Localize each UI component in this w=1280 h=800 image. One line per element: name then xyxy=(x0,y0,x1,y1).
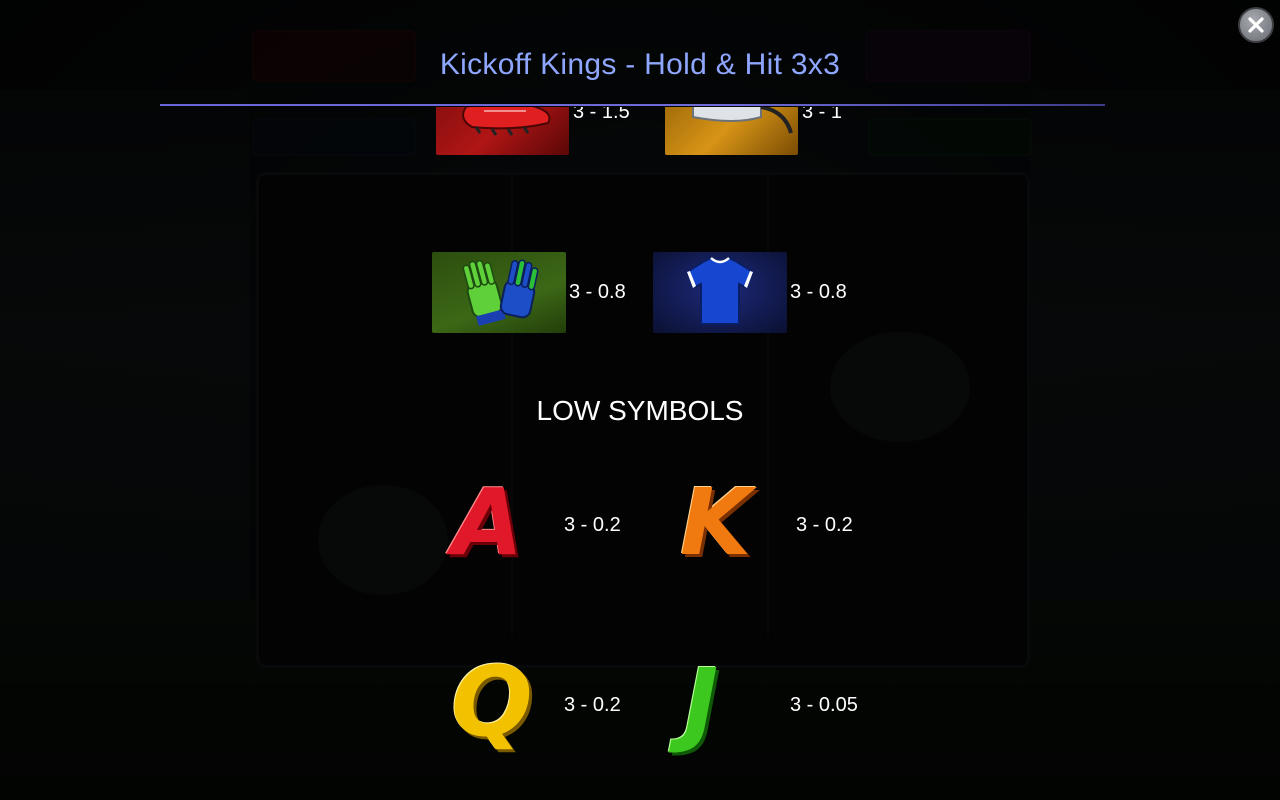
gloves-payout: 3 - 0.8 xyxy=(569,281,626,303)
paytable-title: Kickoff Kings - Hold & Hit 3x3 xyxy=(439,48,841,81)
symbol-a-payout: 3 - 0.2 xyxy=(564,514,621,536)
symbol-k: K xyxy=(680,469,752,576)
whistle-icon xyxy=(692,107,793,134)
symbol-j: J xyxy=(684,649,719,756)
boot-payout: 3 - 1.5 xyxy=(573,107,630,123)
jersey-payout: 3 - 0.8 xyxy=(790,281,847,303)
low-symbols-heading: LOW SYMBOLS xyxy=(536,395,744,426)
symbol-a: A xyxy=(452,469,524,576)
whistle-symbol xyxy=(665,107,798,155)
symbol-q-payout: 3 - 0.2 xyxy=(564,694,621,716)
close-button[interactable] xyxy=(1238,7,1274,43)
paytable-scroll-area[interactable]: 3 - 1.5 3 - 1 3 - 0.8 3 - 0.8 LOW SYMBOL… xyxy=(0,107,1280,800)
gloves-symbol xyxy=(432,252,566,333)
symbol-j-payout: 3 - 0.05 xyxy=(790,694,858,716)
whistle-payout: 3 - 1 xyxy=(802,107,843,123)
title-divider xyxy=(160,104,1105,106)
jersey-icon xyxy=(685,256,755,325)
gloves-icon xyxy=(462,259,539,327)
boot-symbol xyxy=(436,107,569,155)
jersey-symbol xyxy=(653,252,787,333)
symbol-k-payout: 3 - 0.2 xyxy=(796,514,853,536)
boot-icon xyxy=(462,107,551,136)
symbol-q: Q xyxy=(451,646,533,758)
close-icon xyxy=(1248,17,1264,33)
